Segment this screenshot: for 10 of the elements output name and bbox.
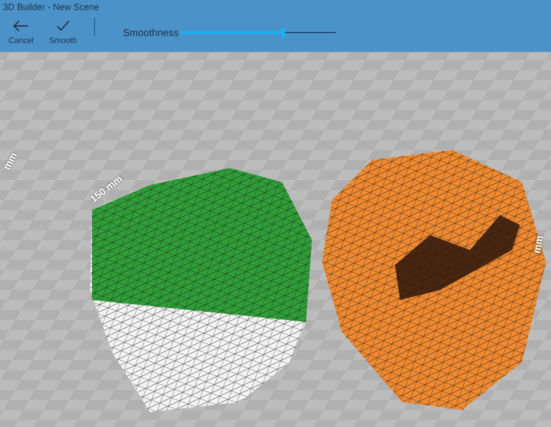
floor-dimension-label: mm (530, 234, 547, 255)
floor-dimension-label: 150 mm (88, 172, 126, 207)
floor-dimension-label: mm (0, 150, 21, 173)
slider-label: Smoothness (123, 26, 179, 40)
toolbar-button[interactable]: Smooth (46, 20, 80, 46)
window-title: 3D Builder - New Scene (2, 1, 100, 14)
toolbar-button[interactable]: Cancel (4, 20, 38, 46)
smoothness-slider[interactable] (180, 28, 336, 38)
checkmark-icon (56, 20, 70, 32)
back-arrow-icon (13, 20, 29, 32)
